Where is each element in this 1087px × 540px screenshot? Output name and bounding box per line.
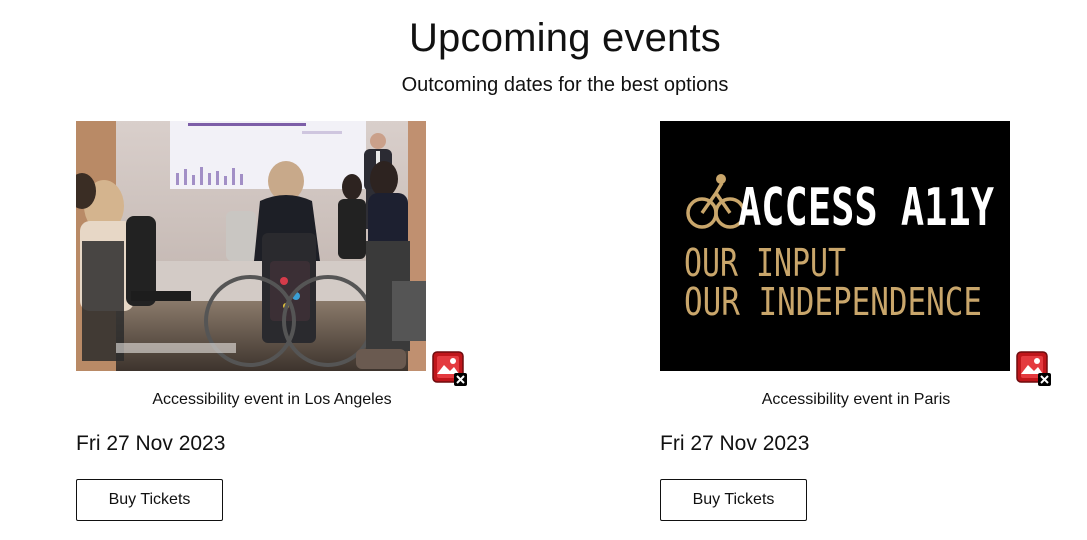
broken-image-icon — [432, 351, 468, 387]
logo-tagline-2: OUR INDEPENDENCE — [684, 280, 982, 324]
buy-tickets-button[interactable]: Buy Tickets — [76, 479, 223, 521]
buy-tickets-button[interactable]: Buy Tickets — [660, 479, 807, 521]
event-logo-access-a11y: ACCESS A11Y OUR INPUT OUR INDEPENDENCE — [660, 121, 1010, 371]
logo-title: ACCESS A11Y — [738, 178, 995, 238]
event-caption: Accessibility event in Paris — [761, 391, 951, 408]
event-card-los-angeles: Accessibility event in Los Angeles Fri 2… — [76, 121, 476, 531]
logo-tagline-1: OUR INPUT — [684, 241, 846, 285]
event-date: Fri 27 Nov 2023 — [76, 432, 226, 455]
broken-image-icon — [1016, 351, 1052, 387]
page-subtitle: Outcoming dates for the best options — [401, 74, 729, 96]
event-date: Fri 27 Nov 2023 — [660, 432, 810, 455]
event-photo-conference — [76, 121, 426, 371]
page-title: Upcoming events — [408, 16, 722, 60]
event-card-paris: ACCESS A11Y OUR INPUT OUR INDEPENDENCE A… — [660, 121, 1060, 531]
event-caption: Accessibility event in Los Angeles — [152, 391, 392, 408]
